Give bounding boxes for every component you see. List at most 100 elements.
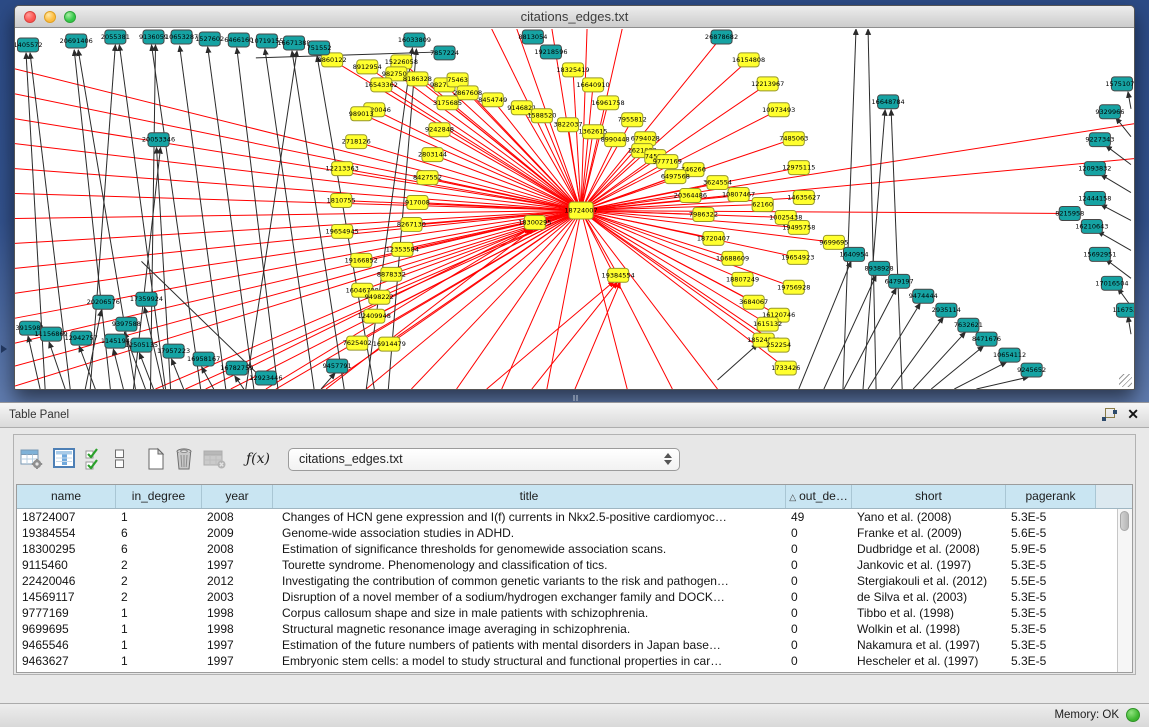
table-row[interactable]: 1830029562008Estimation of significance …	[17, 541, 1132, 557]
graph-node[interactable]: 17957223	[157, 344, 190, 358]
graph-node[interactable]: 16543362	[365, 78, 398, 92]
column-header-name[interactable]: name	[17, 485, 116, 508]
graph-node[interactable]: 10688609	[716, 251, 749, 265]
graph-node[interactable]: 3624554	[703, 176, 732, 190]
table-row[interactable]: 969969511998Structural magnetic resonanc…	[17, 621, 1132, 637]
table-row[interactable]: 946554611997Estimation of the future num…	[17, 637, 1132, 653]
column-header-title[interactable]: title	[273, 485, 786, 508]
graph-node[interactable]: 75463	[447, 73, 468, 87]
column-visibility-icon[interactable]	[53, 444, 76, 474]
graph-node[interactable]: 9777169	[653, 155, 682, 169]
graph-node[interactable]: 14635627	[787, 191, 820, 205]
graph-node[interactable]: 9242848	[425, 123, 454, 137]
graph-node[interactable]: 12444158	[1078, 192, 1111, 206]
graph-node[interactable]: 19654923	[781, 250, 814, 264]
graph-node[interactable]: 9699695	[819, 235, 848, 249]
network-window-titlebar[interactable]: citations_edges.txt	[15, 6, 1134, 28]
graph-node[interactable]: 10973493	[762, 103, 795, 117]
delete-icon[interactable]	[174, 444, 194, 474]
graph-node[interactable]: 1167534	[1112, 303, 1134, 317]
graph-node[interactable]: 16648784	[872, 95, 905, 109]
graph-node[interactable]: 8454749	[478, 93, 507, 107]
graph-node[interactable]: 1733426	[771, 361, 800, 375]
graph-node[interactable]: 7955812	[618, 113, 647, 127]
float-window-icon[interactable]	[1102, 408, 1115, 421]
table-row[interactable]: 2242004622012Investigating the contribut…	[17, 573, 1132, 589]
graph-node[interactable]: 17359924	[130, 292, 163, 306]
graph-node[interactable]: 6479197	[885, 274, 914, 288]
graph-node[interactable]: 9498222	[365, 290, 394, 304]
graph-node[interactable]: 7632621	[954, 318, 983, 332]
graph-node[interactable]: 3684067	[739, 295, 768, 309]
graph-node[interactable]: 19495758	[782, 220, 815, 234]
graph-node[interactable]: 20691406	[60, 34, 93, 48]
graph-node[interactable]: 8878332	[377, 267, 406, 281]
graph-node[interactable]: 1640954	[839, 247, 868, 261]
graph-node[interactable]: 7857224	[430, 46, 459, 60]
new-table-icon[interactable]	[147, 444, 165, 474]
graph-node[interactable]: 7625402	[343, 336, 372, 350]
graph-node[interactable]: 6497568	[661, 170, 690, 184]
graph-node[interactable]: 1615132	[753, 317, 782, 331]
graph-node[interactable]: 8912954	[353, 60, 382, 74]
graph-node[interactable]: 16154808	[732, 53, 765, 67]
graph-node[interactable]: 9227343	[1085, 133, 1114, 147]
graph-node[interactable]: 15692951	[1083, 247, 1116, 261]
table-row[interactable]: 1872400712008Changes of HCN gene express…	[17, 509, 1132, 525]
table-settings-icon[interactable]	[20, 444, 44, 474]
graph-node[interactable]: 12213967	[751, 77, 784, 91]
graph-node[interactable]: 11156869	[35, 327, 68, 341]
graph-node[interactable]: 2803144	[418, 148, 447, 162]
graph-node[interactable]: 18325419	[556, 63, 589, 77]
scrollbar-thumb[interactable]	[1120, 511, 1129, 531]
table-row[interactable]: 946362711997Embryonic stem cells: a mode…	[17, 653, 1132, 669]
graph-node[interactable]: 2935114	[932, 303, 961, 317]
graph-node[interactable]: 15751074	[1105, 77, 1134, 91]
column-header-pagerank[interactable]: pagerank	[1006, 485, 1096, 508]
graph-node[interactable]: 10807467	[722, 188, 755, 202]
graph-node[interactable]: 917008	[405, 196, 430, 210]
graph-node[interactable]: 9457791	[323, 359, 352, 373]
graph-node[interactable]: 18300295	[518, 215, 551, 229]
graph-node[interactable]: 8990448	[601, 133, 630, 147]
graph-node[interactable]: 12942757	[65, 331, 98, 345]
table-selector[interactable]: citations_edges.txt	[288, 448, 680, 471]
graph-node[interactable]: 26878682	[705, 30, 738, 44]
graph-node[interactable]: 16033809	[398, 33, 431, 47]
graph-node[interactable]: 3175685	[433, 96, 462, 110]
graph-node[interactable]: 1527602	[195, 32, 224, 46]
column-header-year[interactable]: year	[202, 485, 273, 508]
graph-node[interactable]: 20053346	[142, 133, 175, 147]
graph-node[interactable]: 16640910	[576, 78, 609, 92]
graph-node[interactable]: 9329966	[1095, 105, 1124, 119]
vertical-scrollbar[interactable]	[1117, 509, 1132, 672]
graph-node[interactable]: 6466160	[224, 33, 253, 47]
graph-node[interactable]: 7986322	[689, 208, 718, 222]
column-header-out_de[interactable]: △out_de…	[786, 485, 852, 508]
column-header-in_degree[interactable]: in_degree	[116, 485, 202, 508]
select-rows-icon[interactable]	[85, 444, 105, 474]
rows-icon[interactable]	[114, 444, 126, 474]
graph-node[interactable]: 19384554	[602, 268, 635, 282]
graph-node[interactable]: 9474444	[909, 289, 938, 303]
graph-node[interactable]: 19166852	[345, 253, 378, 267]
graph-node[interactable]: 1588520	[527, 109, 556, 123]
graph-node[interactable]: 1405572	[15, 38, 43, 52]
graph-node[interactable]: 8427552	[413, 171, 442, 185]
graph-node[interactable]: 16671388	[277, 36, 310, 50]
network-graph[interactable]: 1872400718300295193845548860122891295415…	[15, 29, 1134, 389]
graph-node[interactable]: 16961758	[592, 96, 625, 110]
graph-node[interactable]: 9245652	[1017, 363, 1046, 377]
graph-node[interactable]: 8471676	[972, 332, 1001, 346]
graph-node[interactable]: 8938928	[865, 261, 894, 275]
table-row[interactable]: 1456911722003Disruption of a novel membe…	[17, 589, 1132, 605]
graph-node[interactable]: 19218596	[534, 45, 567, 59]
graph-node[interactable]: 12353584	[386, 242, 419, 256]
panel-collapse-arrow-icon[interactable]	[1, 345, 7, 353]
graph-node[interactable]: 18724007	[564, 202, 597, 219]
graph-node[interactable]: 12093832	[1078, 162, 1111, 176]
function-builder-icon[interactable]: ƒ(x)	[246, 451, 270, 467]
column-header-short[interactable]: short	[852, 485, 1006, 508]
graph-node[interactable]: 18720407	[697, 231, 730, 245]
graph-node[interactable]: 62160	[752, 198, 773, 212]
